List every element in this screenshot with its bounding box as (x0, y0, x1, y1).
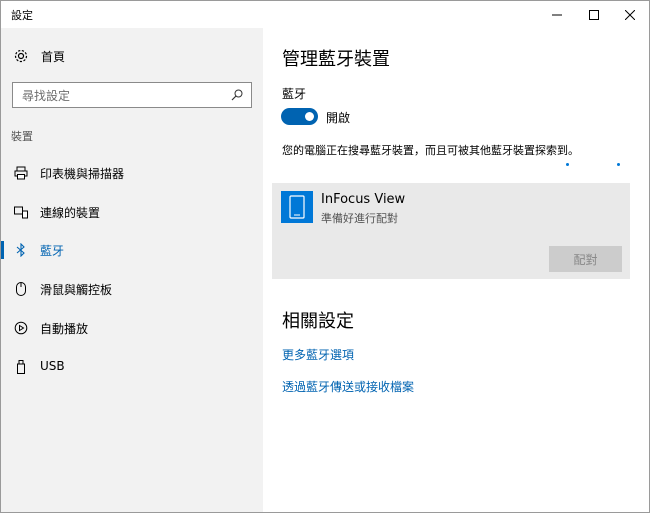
page-title: 管理藍牙裝置 (282, 49, 390, 70)
send-receive-files-link[interactable]: 透過藍牙傳送或接收檔案 (282, 378, 414, 395)
bluetooth-toggle-label: 藍牙 (282, 87, 307, 101)
sidebar-item-connected-devices[interactable]: 連線的裝置 (1, 193, 263, 231)
bluetooth-toggle[interactable] (281, 108, 318, 125)
sidebar: 首頁 尋找設定 裝置 印表機與掃描器 連線的裝置 藍牙 滑鼠與觸控板 自動播放 … (1, 28, 263, 512)
progress-dot (617, 163, 620, 166)
sidebar-item-label: 滑鼠與觸控板 (40, 283, 113, 297)
close-icon (625, 9, 635, 20)
usb-icon (13, 359, 29, 375)
autoplay-icon (13, 320, 29, 336)
gear-icon (14, 49, 28, 63)
sidebar-item-printers[interactable]: 印表機與掃描器 (1, 154, 263, 192)
sidebar-item-label: 印表機與掃描器 (40, 167, 125, 181)
device-status: 準備好進行配對 (321, 212, 398, 225)
more-bluetooth-options-link[interactable]: 更多藍牙選項 (282, 346, 354, 363)
toggle-state-text: 開啟 (326, 111, 351, 125)
search-placeholder: 尋找設定 (22, 88, 71, 103)
close-button[interactable] (607, 1, 650, 28)
toggle-knob (305, 112, 314, 121)
search-icon (231, 89, 243, 101)
progress-dot (566, 163, 569, 166)
mouse-icon (13, 281, 29, 297)
sidebar-item-label: 自動播放 (40, 322, 89, 336)
printer-icon (13, 165, 29, 181)
maximize-icon (589, 9, 599, 20)
related-settings-title: 相關設定 (282, 311, 354, 332)
home-label: 首頁 (41, 49, 66, 64)
sidebar-item-usb[interactable]: USB (1, 348, 263, 386)
window-title: 設定 (11, 9, 33, 22)
sidebar-item-bluetooth[interactable]: 藍牙 (1, 231, 263, 269)
phone-icon (281, 191, 313, 223)
sidebar-item-label: 連線的裝置 (40, 206, 101, 220)
home-nav-item[interactable]: 首頁 (13, 45, 65, 67)
pair-button[interactable]: 配對 (549, 246, 622, 272)
minimize-icon (552, 14, 562, 15)
title-bar: 設定 (1, 1, 649, 28)
sidebar-item-mouse[interactable]: 滑鼠與觸控板 (1, 270, 263, 308)
section-label-devices: 裝置 (11, 130, 33, 143)
search-input[interactable]: 尋找設定 (12, 82, 252, 108)
settings-window: 設定 首頁 尋找設定 裝置 印表機與掃描器 連線的裝置 藍牙 滑鼠與觸控板 自動… (0, 0, 650, 513)
sidebar-item-label: USB (40, 359, 65, 373)
main-content: 管理藍牙裝置 藍牙 開啟 您的電腦正在搜尋藍牙裝置，而且可被其他藍牙裝置探索到。… (263, 28, 649, 512)
devices-icon (13, 204, 29, 220)
device-name: InFocus View (321, 192, 406, 207)
discovery-description: 您的電腦正在搜尋藍牙裝置，而且可被其他藍牙裝置探索到。 (282, 144, 579, 157)
sidebar-item-autoplay[interactable]: 自動播放 (1, 309, 263, 347)
bluetooth-icon (13, 242, 29, 258)
sidebar-item-label: 藍牙 (40, 244, 65, 258)
device-card[interactable]: InFocus View 準備好進行配對 配對 (272, 183, 630, 279)
